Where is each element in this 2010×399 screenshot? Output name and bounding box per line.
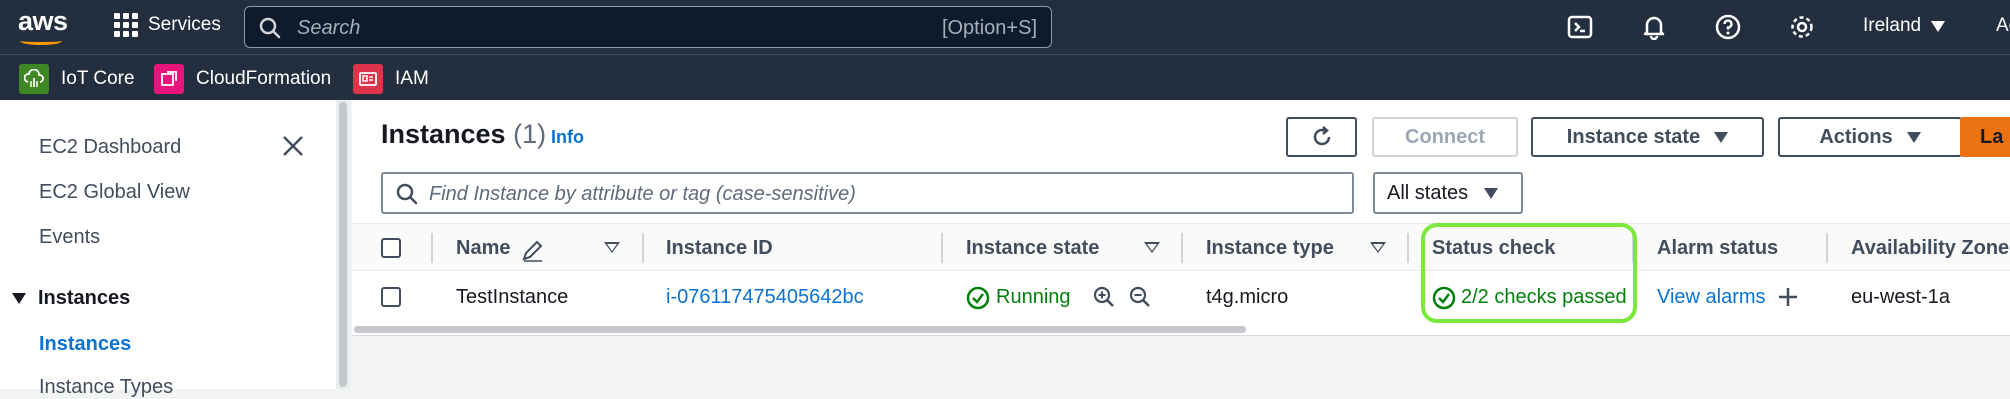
- instance-state-label: Instance state: [1566, 125, 1701, 148]
- status-check-highlight: [1421, 223, 1637, 323]
- sidebar-item-instances[interactable]: Instances: [39, 333, 131, 356]
- favorite-cloudformation[interactable]: CloudFormation: [154, 64, 331, 94]
- zoom-in-icon[interactable]: [1092, 285, 1116, 309]
- caret-down-icon: [1484, 187, 1499, 199]
- availability-zone-value: eu-west-1a: [1851, 286, 1950, 308]
- region-label: Ireland: [1863, 15, 1922, 36]
- services-label: Services: [148, 14, 221, 35]
- aws-logo[interactable]: aws: [18, 6, 68, 45]
- select-all-checkbox[interactable]: [381, 238, 401, 258]
- favorites-bar: IoT Core CloudFormation IAM: [0, 54, 2010, 100]
- column-header-instance-id[interactable]: Instance ID: [666, 237, 773, 260]
- favorite-iam[interactable]: IAM: [353, 64, 429, 94]
- search-shortcut: [Option+S]: [941, 17, 1037, 39]
- region-selector[interactable]: Ireland: [1863, 15, 1946, 37]
- instance-state-value: Running: [996, 286, 1071, 308]
- sidebar-item-instance-types[interactable]: Instance Types: [39, 376, 173, 399]
- column-divider[interactable]: [941, 233, 943, 263]
- column-header-name[interactable]: Name: [456, 237, 510, 260]
- launch-label: La: [1980, 125, 2004, 148]
- caret-down-icon: [1931, 20, 1946, 32]
- sort-icon[interactable]: [1144, 242, 1160, 253]
- filter-placeholder: Find Instance by attribute or tag (case-…: [429, 183, 856, 205]
- check-circle-icon: [966, 286, 990, 310]
- scrollbar-thumb[interactable]: [339, 102, 347, 387]
- column-header-instance-type[interactable]: Instance type: [1206, 237, 1334, 260]
- caret-down-icon: [12, 293, 26, 304]
- search-icon: [396, 183, 418, 205]
- aws-smile-icon: [20, 37, 62, 45]
- column-header-instance-state[interactable]: Instance state: [966, 237, 1099, 260]
- view-alarms-link[interactable]: View alarms: [1657, 286, 1766, 309]
- sidebar-item-ec2-global-view[interactable]: EC2 Global View: [39, 181, 190, 204]
- page-title: Instances (1): [381, 119, 546, 150]
- aws-logo-text: aws: [18, 6, 68, 36]
- caret-down-icon: [1906, 131, 1921, 143]
- scrollbar-thumb[interactable]: [354, 326, 1246, 333]
- sidebar-section-label: Instances: [38, 287, 131, 309]
- column-divider[interactable]: [642, 233, 644, 263]
- cloudformation-icon: [154, 64, 184, 94]
- column-divider[interactable]: [1181, 233, 1183, 263]
- column-divider: [431, 233, 433, 263]
- zoom-out-icon[interactable]: [1128, 285, 1152, 309]
- favorite-label: IoT Core: [61, 68, 135, 89]
- refresh-icon: [1313, 126, 1330, 146]
- caret-down-icon: [1714, 131, 1729, 143]
- bell-icon[interactable]: [1641, 14, 1667, 40]
- favorite-iot-core[interactable]: IoT Core: [19, 64, 135, 94]
- sidebar-section-instances[interactable]: Instances: [12, 287, 130, 310]
- states-select-value: All states: [1387, 181, 1469, 204]
- sidebar-item-ec2-dashboard[interactable]: EC2 Dashboard: [39, 136, 181, 159]
- gear-icon[interactable]: [1789, 14, 1815, 40]
- edit-icon: [522, 240, 543, 262]
- launch-instances-button[interactable]: La: [1960, 117, 2010, 157]
- instance-filter-input[interactable]: Find Instance by attribute or tag (case-…: [381, 172, 1354, 214]
- sidebar-scrollbar[interactable]: [336, 100, 350, 389]
- iam-icon: [353, 64, 383, 94]
- page-title-text: Instances: [381, 119, 506, 149]
- column-divider[interactable]: [1407, 233, 1409, 263]
- cloudshell-icon[interactable]: [1567, 14, 1593, 40]
- iot-core-icon: [19, 64, 49, 94]
- column-divider[interactable]: [1826, 233, 1828, 263]
- sidebar-item-events[interactable]: Events: [39, 226, 100, 249]
- connect-button[interactable]: Connect: [1372, 117, 1518, 157]
- close-icon[interactable]: [280, 133, 306, 159]
- instance-name: TestInstance: [456, 286, 569, 308]
- plus-icon[interactable]: [1776, 285, 1800, 309]
- global-search-input[interactable]: Search [Option+S]: [244, 6, 1052, 48]
- favorite-label: CloudFormation: [196, 68, 332, 89]
- services-menu-button[interactable]: Services: [114, 13, 221, 37]
- table-horizontal-scrollbar[interactable]: [352, 323, 2010, 335]
- row-checkbox[interactable]: [381, 287, 401, 307]
- instance-id-link[interactable]: i-076117475405642bc: [666, 286, 864, 309]
- sort-icon[interactable]: [604, 242, 620, 253]
- actions-label: Actions: [1819, 125, 1893, 148]
- sort-icon[interactable]: [1370, 242, 1386, 253]
- grid-icon: [114, 13, 138, 37]
- info-link[interactable]: Info: [551, 127, 584, 148]
- refresh-button[interactable]: [1286, 117, 1357, 157]
- actions-dropdown[interactable]: Actions: [1778, 117, 1962, 157]
- favorite-label: IAM: [395, 68, 429, 89]
- instance-count: (1): [513, 119, 547, 149]
- connect-label: Connect: [1405, 125, 1485, 148]
- column-header-alarm-status[interactable]: Alarm status: [1657, 237, 1778, 260]
- instance-state-dropdown[interactable]: Instance state: [1531, 117, 1764, 157]
- top-nav: aws Services Search [Option+S] Ireland A…: [0, 0, 2010, 54]
- help-icon[interactable]: [1715, 14, 1741, 40]
- account-menu[interactable]: Ac: [1996, 15, 2010, 37]
- instance-type-value: t4g.micro: [1206, 286, 1289, 308]
- search-placeholder: Search: [297, 17, 361, 39]
- states-select[interactable]: All states: [1373, 172, 1523, 214]
- column-header-availability-zone[interactable]: Availability Zone: [1851, 237, 2009, 260]
- search-icon: [259, 17, 281, 39]
